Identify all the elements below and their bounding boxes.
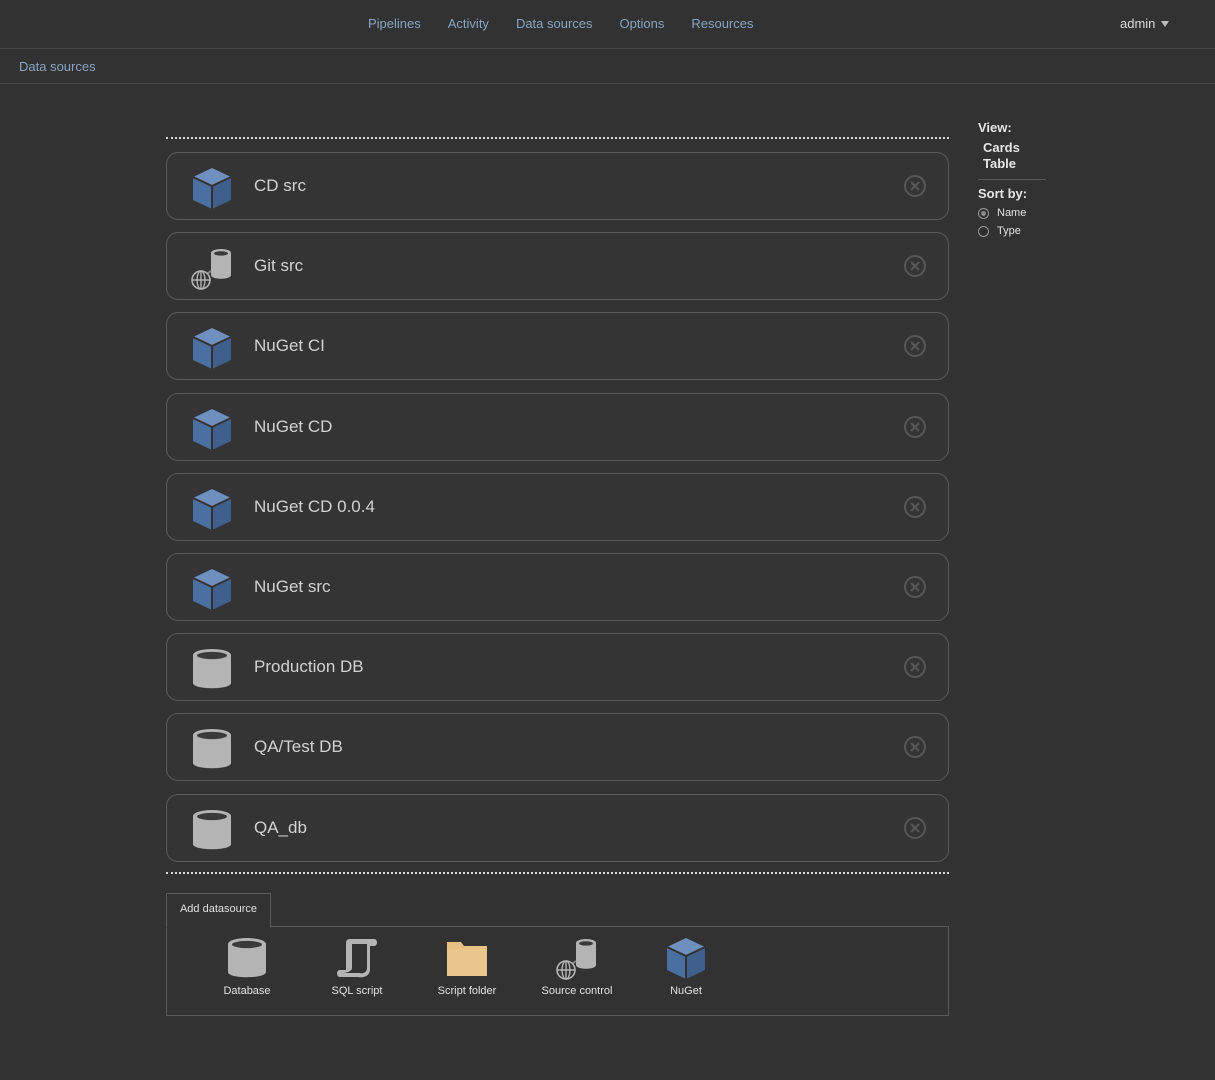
sort-type-label: Type [997,225,1021,237]
datasource-card[interactable]: NuGet CI [166,312,949,381]
datasource-name: NuGet src [254,577,331,596]
sort-name-label: Name [997,207,1027,219]
user-name: admin [1120,16,1156,31]
datasource-card[interactable]: NuGet CD [166,392,949,461]
nuget-icon [189,486,235,530]
nav-options[interactable]: Options [620,16,665,31]
sort-type-option[interactable]: Type [978,225,1048,237]
datasource-name: QA_db [254,817,307,837]
remove-icon[interactable] [903,495,927,519]
list-bottom-divider [166,872,949,874]
nuget-icon [189,566,235,610]
view-sort-sidebar: View: Cards Table Sort by: Name Type [978,120,1048,237]
add-type-label: NuGet [670,985,702,997]
sidebar-divider [978,179,1046,180]
nuget-icon [189,325,235,370]
list-top-divider [166,137,949,139]
nuget-icon [636,935,736,981]
datasource-name: QA/Test DB [254,737,343,757]
datasource-card[interactable]: Production DB [166,633,949,702]
datasource-name: NuGet CD 0.0.4 [254,496,375,516]
sort-type-radio[interactable] [978,225,989,237]
sql-script-icon [307,935,407,981]
add-type-label: Script folder [437,985,497,997]
datasource-card[interactable]: QA_db [166,793,949,862]
database-icon [197,935,297,981]
sort-name-radio[interactable] [978,207,989,219]
breadcrumb-data-sources[interactable]: Data sources [19,59,96,74]
nav-pipelines[interactable]: Pipelines [368,16,421,31]
database-icon [189,807,235,851]
add-type-script-folder[interactable]: Script folder [417,935,517,997]
datasource-name: CD src [254,176,306,195]
datasource-card[interactable]: QA/Test DB [166,713,949,782]
datasource-name: Git src [254,256,304,276]
source-control-icon [527,935,627,981]
breadcrumb: Data sources [0,49,1215,84]
top-nav: Pipelines Activity Data sources Options … [0,0,1215,49]
remove-icon[interactable] [903,575,927,599]
datasource-name: NuGet CI [254,336,325,356]
nav-activity[interactable]: Activity [448,16,489,31]
chevron-down-icon [1161,20,1170,27]
add-type-database[interactable]: Database [197,935,297,997]
view-cards-option[interactable]: Cards [978,140,1048,156]
remove-icon[interactable] [903,415,927,439]
datasource-name: NuGet CD [254,416,333,436]
remove-icon[interactable] [903,816,927,840]
source-control-icon [189,245,235,290]
datasource-card[interactable]: NuGet CD 0.0.4 [166,472,949,541]
view-table-option[interactable]: Table [978,156,1048,172]
nav-data-sources[interactable]: Data sources [516,16,593,31]
nav-links: Pipelines Activity Data sources Options … [368,16,753,31]
sort-heading: Sort by: [978,186,1028,201]
remove-icon[interactable] [903,174,927,198]
view-heading: View: [978,120,1012,135]
remove-icon[interactable] [903,254,927,278]
datasource-name: Production DB [254,657,364,677]
add-type-source-control[interactable]: Source control [527,935,627,997]
add-type-sql-script[interactable]: SQL script [307,935,407,997]
user-menu[interactable]: admin [1120,16,1170,31]
remove-icon[interactable] [903,334,927,358]
folder-icon [417,935,517,981]
database-icon [189,646,235,690]
remove-icon[interactable] [903,655,927,679]
database-icon [189,726,235,770]
datasource-card[interactable]: Git src [166,232,949,301]
datasource-card[interactable]: NuGet src [166,553,949,621]
add-datasource-tab[interactable]: Add datasource [166,893,271,928]
nuget-icon [189,406,235,450]
remove-icon[interactable] [903,735,927,759]
add-type-nuget[interactable]: NuGet [636,935,736,997]
datasource-card[interactable]: CD src [166,152,949,220]
add-type-label: Database [223,985,271,997]
sort-name-option[interactable]: Name [978,207,1048,219]
add-type-label: Source control [541,985,613,997]
add-datasource-panel: Database SQL script Script folder Source co… [166,926,949,1016]
add-type-label: SQL script [331,985,383,997]
nuget-icon [189,165,235,209]
nav-resources[interactable]: Resources [691,16,753,31]
